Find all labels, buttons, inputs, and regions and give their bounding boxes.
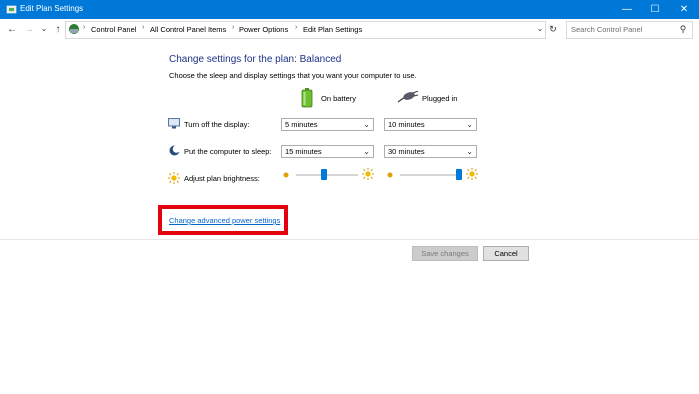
breadcrumb-all-items[interactable]: All Control Panel Items xyxy=(150,25,226,34)
save-changes-button[interactable]: Save changes xyxy=(412,246,478,261)
power-options-icon xyxy=(6,5,17,14)
bright-sun-icon xyxy=(466,168,478,180)
page-title: Change settings for the plan: Balanced xyxy=(169,54,342,65)
close-button[interactable]: ✕ xyxy=(670,0,698,19)
control-panel-icon xyxy=(69,24,79,34)
display-battery-value: 5 minutes xyxy=(285,120,318,129)
sleep-battery-select[interactable]: 15 minutes ⌄ xyxy=(281,145,374,158)
plugged-in-header: Plugged in xyxy=(422,94,458,103)
minimize-button[interactable]: — xyxy=(613,0,641,19)
brightness-label: Adjust plan brightness: xyxy=(184,174,260,183)
bright-sun-icon xyxy=(362,168,374,180)
page-description: Choose the sleep and display settings th… xyxy=(169,71,417,80)
breadcrumb-control-panel[interactable]: Control Panel xyxy=(91,25,136,34)
sleep-battery-value: 15 minutes xyxy=(285,147,322,156)
cancel-button[interactable]: Cancel xyxy=(483,246,529,261)
sleep-label: Put the computer to sleep: xyxy=(184,147,272,156)
display-plugged-value: 10 minutes xyxy=(388,120,425,129)
display-icon xyxy=(168,118,180,129)
recent-locations-chevron-icon[interactable]: ⌄ xyxy=(38,22,50,34)
chevron-down-icon: ⌄ xyxy=(363,120,370,129)
battery-icon xyxy=(301,88,313,108)
brightness-battery-slider[interactable] xyxy=(296,174,358,176)
refresh-icon[interactable]: ↻ xyxy=(547,23,559,35)
sleep-plugged-select[interactable]: 30 minutes ⌄ xyxy=(384,145,477,158)
breadcrumb-power-options[interactable]: Power Options xyxy=(239,25,288,34)
brightness-sun-icon xyxy=(168,172,180,184)
breadcrumb-separator: › xyxy=(83,24,86,31)
chevron-down-icon: ⌄ xyxy=(363,147,370,156)
chevron-down-icon: ⌄ xyxy=(466,120,473,129)
on-battery-header: On battery xyxy=(321,94,357,103)
search-placeholder: Search Control Panel xyxy=(571,25,643,34)
back-arrow-icon[interactable]: ← xyxy=(6,23,18,35)
display-battery-select[interactable]: 5 minutes ⌄ xyxy=(281,118,374,131)
forward-arrow-icon[interactable]: → xyxy=(23,23,35,35)
brightness-battery-thumb[interactable] xyxy=(320,169,327,180)
sleep-moon-icon xyxy=(169,145,180,156)
window-title: Edit Plan Settings xyxy=(20,4,84,13)
dim-sun-icon xyxy=(283,172,289,178)
sleep-plugged-value: 30 minutes xyxy=(388,147,425,156)
maximize-button[interactable]: ☐ xyxy=(641,0,669,19)
power-plug-icon xyxy=(397,91,419,103)
display-plugged-select[interactable]: 10 minutes ⌄ xyxy=(384,118,477,131)
dim-sun-icon xyxy=(387,172,393,178)
breadcrumb-edit-plan-settings[interactable]: Edit Plan Settings xyxy=(303,25,362,34)
brightness-plugged-slider[interactable] xyxy=(400,174,462,176)
breadcrumb-separator: › xyxy=(142,24,145,31)
up-arrow-icon[interactable]: ↑ xyxy=(52,23,64,35)
turn-off-display-label: Turn off the display: xyxy=(184,120,250,129)
breadcrumb-separator: › xyxy=(295,24,298,31)
title-bar xyxy=(0,0,699,19)
address-dropdown-chevron-icon[interactable]: ⌄ xyxy=(534,22,546,34)
footer-divider xyxy=(0,239,699,240)
search-icon[interactable]: ⚲ xyxy=(677,23,689,35)
breadcrumb-separator: › xyxy=(232,24,235,31)
change-advanced-settings-link[interactable]: Change advanced power settings xyxy=(169,216,280,225)
brightness-plugged-thumb[interactable] xyxy=(455,169,462,180)
chevron-down-icon: ⌄ xyxy=(466,147,473,156)
